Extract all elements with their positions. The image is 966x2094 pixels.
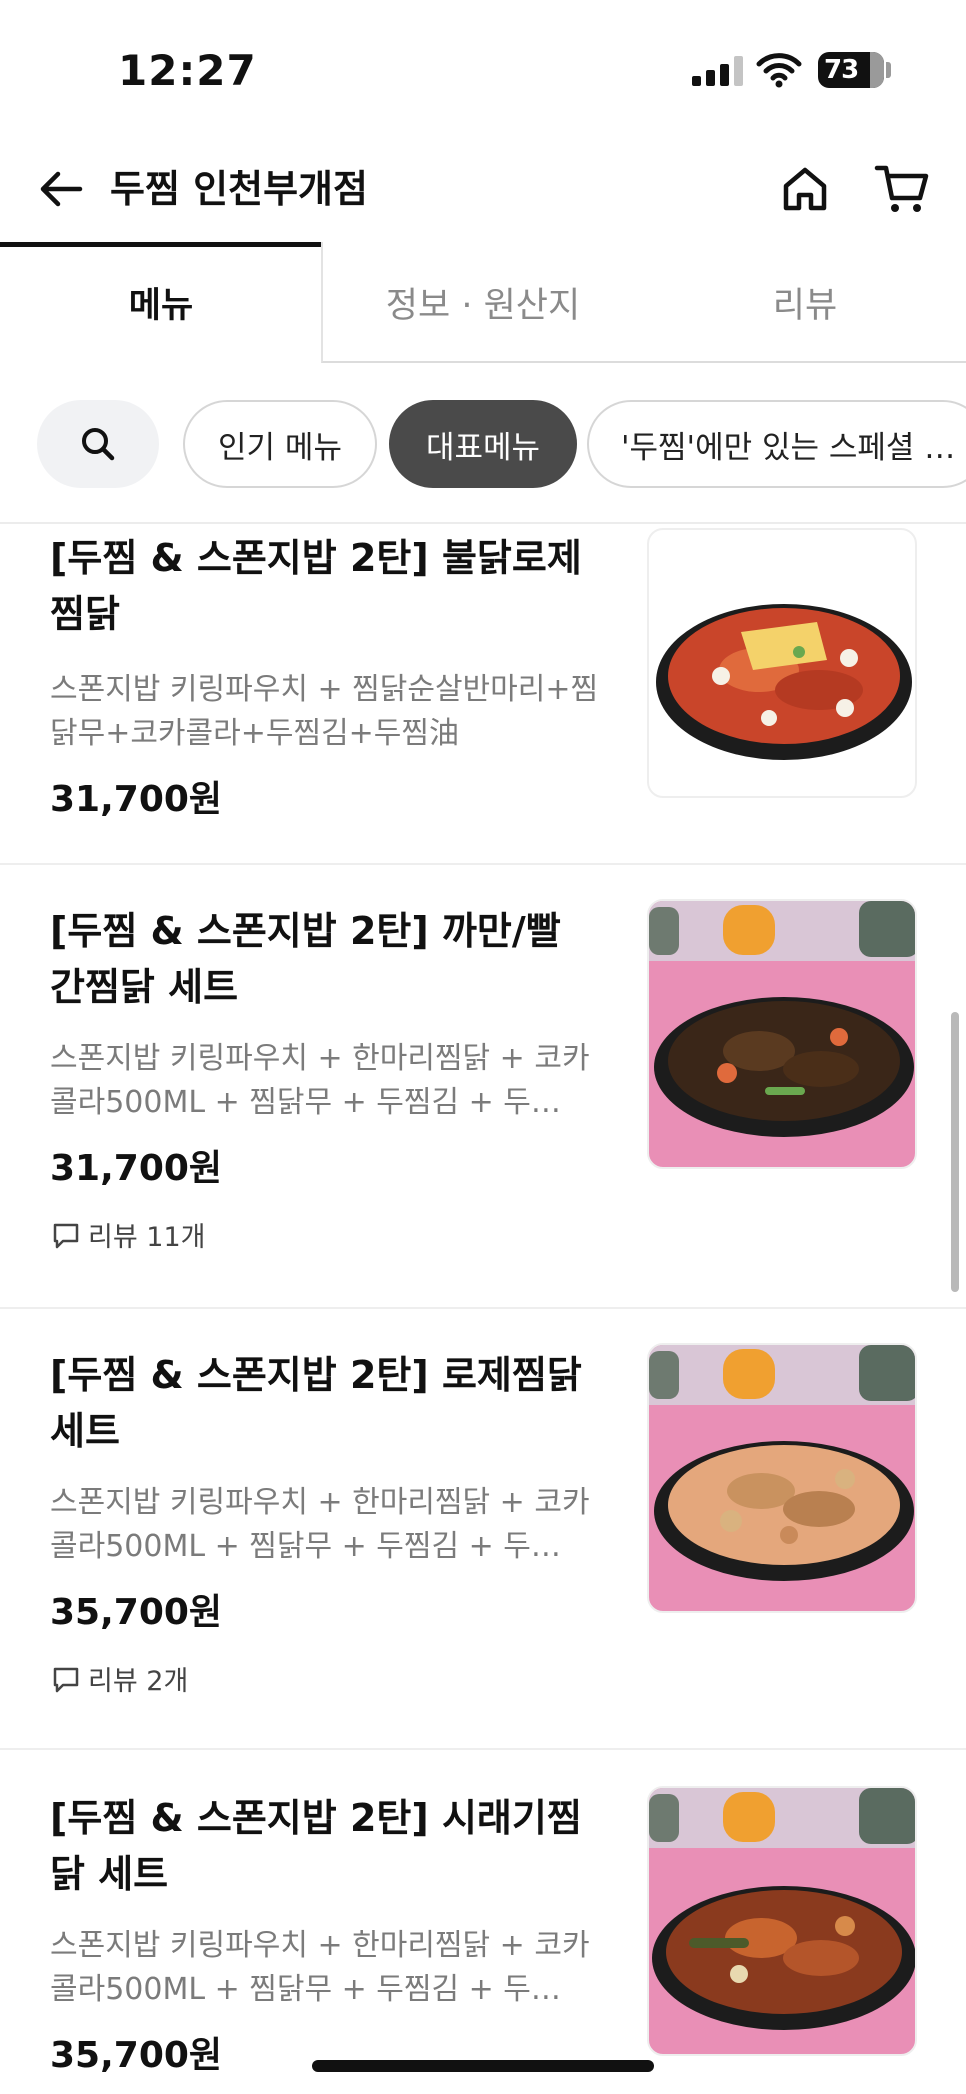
- menu-tabs: 메뉴 정보 · 원산지 리뷰: [0, 242, 966, 364]
- menu-item[interactable]: [두찜 & 스폰지밥 2탄] 시래기찜 닭 세트 스폰지밥 키링파우치 + 한마…: [0, 1750, 966, 2094]
- menu-item-image: [647, 1786, 917, 2056]
- menu-list: [두찜 & 스폰지밥 2탄] 불닭로제 찜닭 스폰지밥 키링파우치 + 찜닭순살…: [0, 524, 966, 2094]
- tab-info-origin[interactable]: 정보 · 원산지: [322, 242, 644, 362]
- tab-menu[interactable]: 메뉴: [0, 242, 322, 362]
- menu-item-description: 스폰지밥 키링파우치 + 찜닭순살반마리+찜 닭무+코카콜라+두찜김+두찜油: [50, 672, 599, 751]
- menu-item-price: 31,700원: [50, 779, 223, 820]
- store-header: 두찜 인천부개점: [0, 150, 966, 240]
- home-indicator[interactable]: [312, 2060, 654, 2072]
- scrollbar[interactable]: [951, 1012, 959, 1292]
- cart-icon[interactable]: [874, 162, 930, 216]
- menu-item-name: [두찜 & 스폰지밥 2탄] 시래기찜 닭 세트: [50, 1796, 582, 1896]
- menu-item-review-count[interactable]: 리뷰 11개: [50, 1215, 205, 1254]
- chip-signature-menu[interactable]: 대표메뉴: [389, 400, 577, 488]
- menu-item[interactable]: [두찜 & 스폰지밥 2탄] 까만/빨 간찜닭 세트 스폰지밥 키링파우치 + …: [0, 865, 966, 1309]
- menu-item-image: [647, 1343, 917, 1613]
- menu-item[interactable]: [두찜 & 스폰지밥 2탄] 로제찜닭 세트 스폰지밥 키링파우치 + 한마리찜…: [0, 1309, 966, 1750]
- status-bar: 12:27 73: [0, 0, 966, 140]
- menu-item-description: 스폰지밥 키링파우치 + 한마리찜닭 + 코카 콜라500ML + 찜닭무 + …: [50, 1928, 590, 2007]
- battery-level: 73: [824, 55, 859, 85]
- store-menu-screen: 12:27 73 두찜 인천부개점 메뉴 정보 · 원산지 리뷰 인기 메뉴 대…: [0, 0, 966, 2094]
- menu-item[interactable]: [두찜 & 스폰지밥 2탄] 불닭로제 찜닭 스폰지밥 키링파우치 + 찜닭순살…: [0, 524, 966, 865]
- wifi-icon: [756, 53, 802, 88]
- chip-popular-menu[interactable]: 인기 메뉴: [183, 400, 377, 488]
- store-title: 두찜 인천부개점: [110, 167, 368, 211]
- review-bubble-icon: [53, 1223, 79, 1248]
- menu-item-review-count[interactable]: 리뷰 2개: [50, 1659, 188, 1698]
- menu-item-image: [647, 899, 917, 1169]
- menu-item-name: [두찜 & 스폰지밥 2탄] 로제찜닭 세트: [50, 1353, 582, 1453]
- back-arrow-icon[interactable]: [36, 164, 86, 214]
- home-icon[interactable]: [778, 162, 832, 216]
- battery-icon: 73: [818, 52, 884, 88]
- menu-item-name: [두찜 & 스폰지밥 2탄] 불닭로제 찜닭: [50, 536, 582, 636]
- review-bubble-icon: [53, 1667, 79, 1692]
- category-chips: 인기 메뉴 대표메뉴 '두찜'에만 있는 스페셜 …: [0, 396, 966, 492]
- search-button[interactable]: [37, 400, 159, 488]
- tab-reviews[interactable]: 리뷰: [644, 242, 966, 362]
- search-icon: [82, 428, 115, 461]
- menu-item-description: 스폰지밥 키링파우치 + 한마리찜닭 + 코카 콜라500ML + 찜닭무 + …: [50, 1041, 590, 1120]
- menu-item-name: [두찜 & 스폰지밥 2탄] 까만/빨 간찜닭 세트: [50, 909, 561, 1009]
- menu-item-description: 스폰지밥 키링파우치 + 한마리찜닭 + 코카 콜라500ML + 찜닭무 + …: [50, 1485, 590, 1564]
- chip-dujjim-special[interactable]: '두찜'에만 있는 스페셜 …: [587, 400, 966, 488]
- status-time: 12:27: [118, 46, 257, 95]
- menu-item-price: 31,700원: [50, 1148, 223, 1189]
- menu-item-image: [647, 528, 917, 798]
- menu-item-price: 35,700원: [50, 2035, 223, 2076]
- signal-icon: [692, 56, 743, 86]
- menu-item-price: 35,700원: [50, 1592, 223, 1633]
